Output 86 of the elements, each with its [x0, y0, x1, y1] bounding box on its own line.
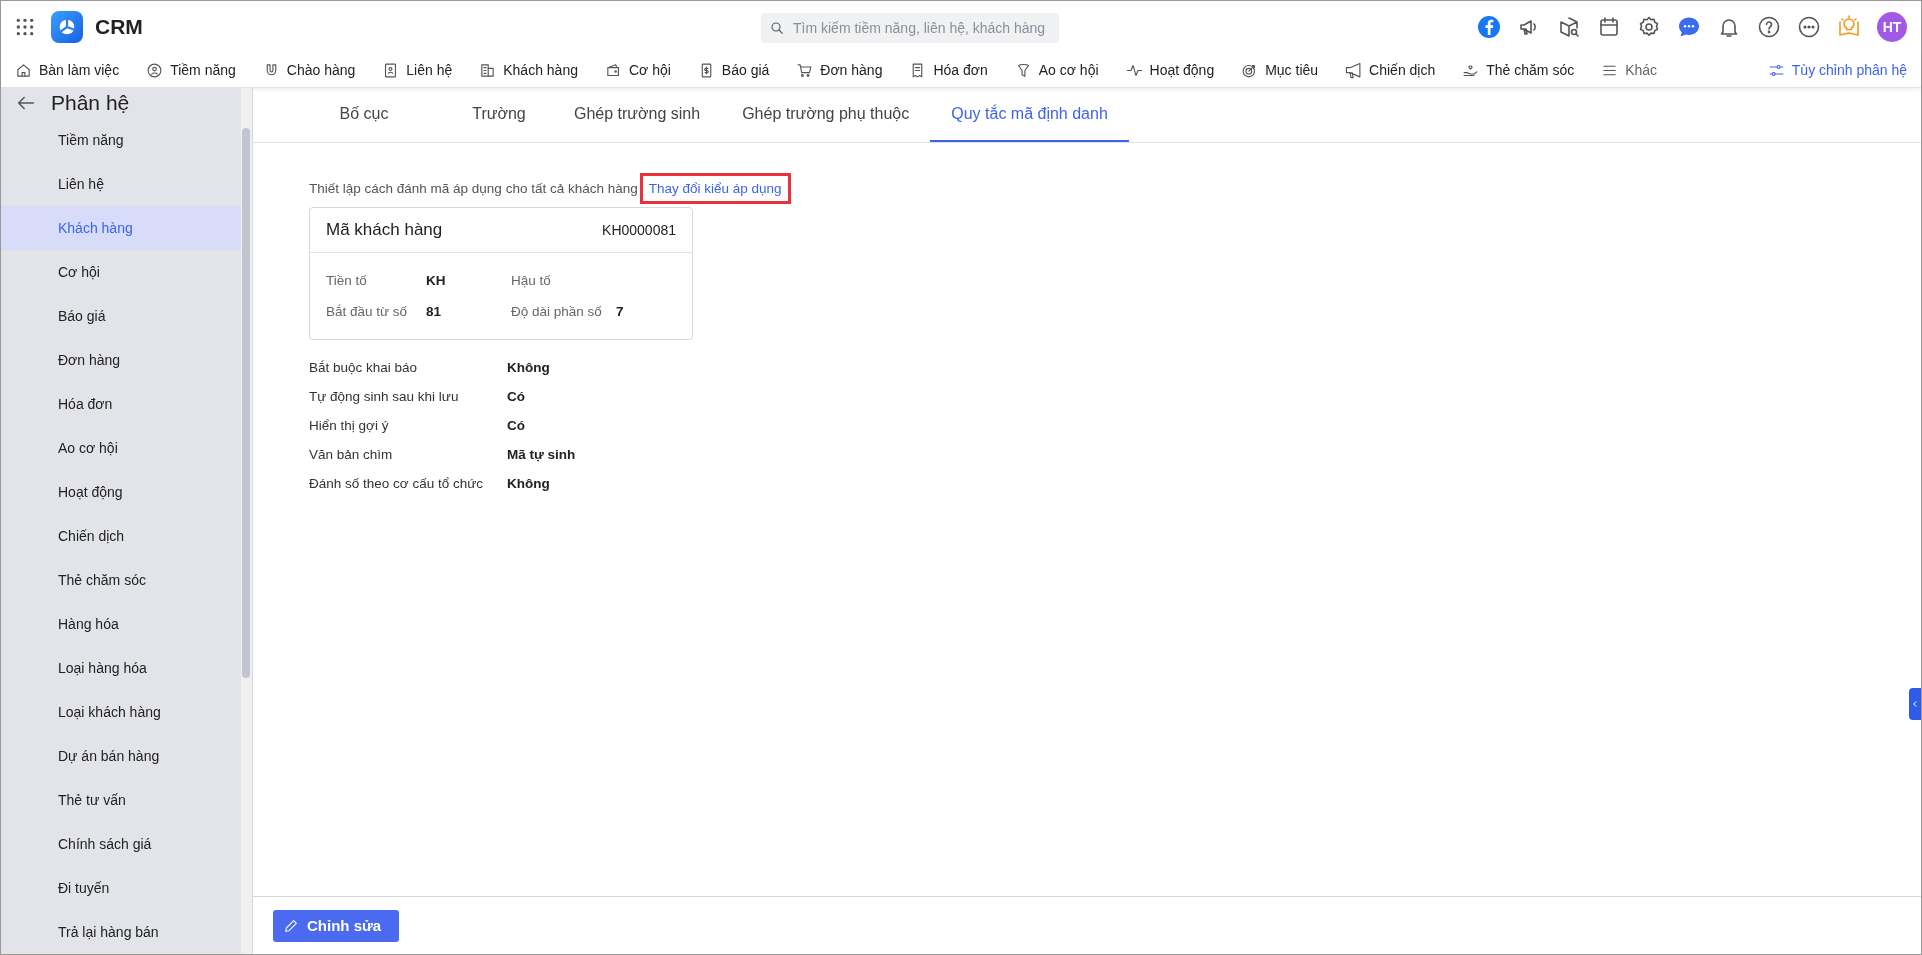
nav-item[interactable]: Bàn làm việc [15, 61, 120, 79]
tab[interactable]: Quy tắc mã định danh [930, 88, 1129, 142]
setting-value: Không [507, 360, 551, 375]
search-field[interactable]: Tìm kiếm tiềm năng, liên hệ, khách hàng [761, 13, 1059, 43]
sidebar-item[interactable]: Cơ hội [1, 250, 241, 294]
tab[interactable]: Ghép trường phụ thuộc [721, 88, 931, 142]
change-type-link[interactable]: Thay đổi kiểu áp dụng [639, 172, 791, 204]
field-value: 7 [616, 304, 625, 319]
more-menu[interactable]: Khác [1601, 61, 1658, 79]
nav-item[interactable]: Chào hàng [262, 61, 356, 79]
scrollbar-thumb[interactable] [242, 128, 250, 678]
pencil-icon [283, 917, 299, 934]
wallet-icon [604, 61, 622, 79]
user-avatar[interactable]: HT [1877, 12, 1907, 42]
cart-icon [796, 61, 814, 79]
sidebar-item[interactable]: Thẻ tư vấn [1, 778, 241, 822]
calendar-icon[interactable] [1597, 15, 1621, 39]
sidebar-item[interactable]: Hoạt động [1, 470, 241, 514]
setting-label: Bắt buộc khai báo [309, 360, 419, 375]
sidebar-item[interactable]: Thẻ chăm sóc [1, 558, 241, 602]
setting-value: Có [507, 418, 526, 433]
nav-item[interactable]: Chiến dịch [1345, 61, 1436, 79]
setting-label: Hiển thị gợi ý [309, 418, 390, 433]
sidebar-item[interactable]: Dự án bán hàng [1, 734, 241, 778]
collapse-handle[interactable] [1909, 688, 1921, 720]
sidebar-item[interactable]: Loại khách hàng [1, 690, 241, 734]
description-text: Thiết lập cách đánh mã áp dụng cho tất cả khách hàng [309, 180, 638, 196]
customize-link[interactable]: Tùy chỉnh phân hệ [1767, 61, 1907, 79]
sidebar-item[interactable]: Chính sách giá [1, 822, 241, 866]
field-label: Tiền tố [326, 273, 368, 288]
face-icon [146, 61, 164, 79]
nav-item[interactable]: Khách hàng [479, 61, 578, 79]
edit-button[interactable]: Chỉnh sửa [273, 909, 400, 942]
facebook-icon[interactable] [1477, 15, 1501, 39]
nav-item[interactable]: Cơ hội [604, 61, 671, 79]
setting-label: Văn bản chìm [309, 447, 394, 462]
sidebar-item[interactable]: Hàng hóa [1, 602, 241, 646]
setting-value: Có [507, 389, 526, 404]
settings-icon[interactable] [1637, 15, 1661, 39]
field-value: KH [426, 273, 447, 288]
app-name: CRM [95, 15, 143, 39]
nav-item[interactable]: Hoạt động [1125, 61, 1215, 79]
field-label: Bắt đầu từ số [326, 304, 409, 319]
sidebar-item[interactable]: Loại hàng hóa [1, 646, 241, 690]
card-title: Mã khách hàng [326, 220, 443, 240]
sidebar-item[interactable]: Tiềm năng [1, 118, 241, 162]
sidebar-title: Phân hệ [51, 91, 130, 115]
tab[interactable]: Bố cục [283, 88, 445, 142]
setting-label: Đánh số theo cơ cấu tổ chức [309, 476, 484, 491]
building-icon [479, 61, 497, 79]
help-icon[interactable] [1757, 15, 1781, 39]
sample-code: KH0000081 [602, 222, 676, 238]
setting-value: Không [507, 476, 551, 491]
sidebar-item[interactable]: Trả lại hàng bán [1, 910, 241, 954]
nav-item[interactable]: Ao cơ hội [1014, 61, 1099, 79]
field-label: Độ dài phần số [511, 304, 603, 319]
app-logo[interactable] [51, 11, 83, 43]
box-search-icon[interactable] [1557, 15, 1581, 39]
tab[interactable]: Trường [445, 88, 553, 142]
sidebar-item[interactable]: Khách hàng [1, 206, 241, 250]
search-icon [769, 20, 785, 36]
tab[interactable]: Ghép trường sinh [553, 88, 722, 142]
sidebar-item[interactable]: Liên hệ [1, 162, 241, 206]
nav-item[interactable]: Mục tiêu [1241, 61, 1319, 79]
sidebar-item[interactable]: Báo giá [1, 294, 241, 338]
field-value: 81 [426, 304, 443, 319]
megaphone-icon [1345, 61, 1363, 79]
sidebar-item[interactable]: Hóa đơn [1, 382, 241, 426]
house-icon [15, 61, 32, 79]
app-grid-icon[interactable] [15, 17, 35, 37]
nav-item[interactable]: Tiềm năng [146, 61, 236, 79]
nav-item[interactable]: Đơn hàng [796, 61, 883, 79]
chat-bubble-icon[interactable] [1677, 15, 1701, 39]
sidebar-item[interactable]: Ao cơ hội [1, 426, 241, 470]
more-icon[interactable] [1797, 15, 1821, 39]
setting-value: Mã tự sinh [507, 447, 577, 462]
setting-label: Tự động sinh sau khi lưu [309, 389, 460, 404]
field-label: Hậu tố [511, 273, 552, 288]
sidebar-item[interactable]: Chiến dịch [1, 514, 241, 558]
nav-item[interactable]: Báo giá [697, 61, 770, 79]
nav-item[interactable]: Liên hệ [382, 61, 453, 79]
nav-item[interactable]: Hóa đơn [909, 61, 988, 79]
chevron-left-icon [1911, 699, 1919, 709]
sidebar-item[interactable]: Đi tuyến [1, 866, 241, 910]
sidebar-item[interactable]: Đơn hàng [1, 338, 241, 382]
nav-item[interactable]: Thẻ chăm sóc [1462, 61, 1575, 79]
